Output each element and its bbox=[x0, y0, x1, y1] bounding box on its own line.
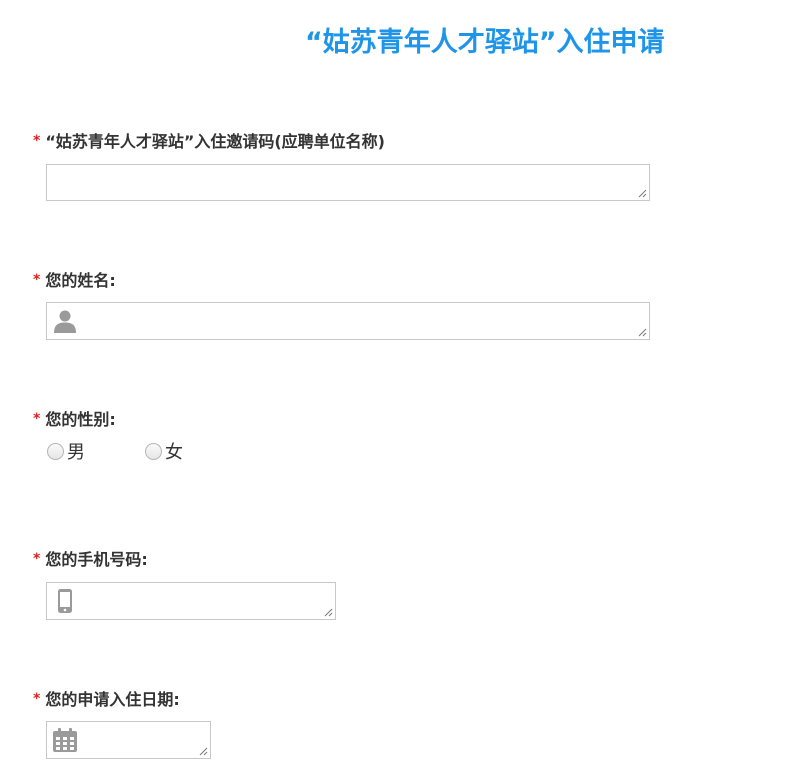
application-form-page: “姑苏青年人才驿站”入住申请 * “姑苏青年人才驿站”入住邀请码(应聘单位名称)… bbox=[0, 0, 812, 782]
gender-option-label: 女 bbox=[165, 442, 183, 463]
name-label: 您的姓名: bbox=[45, 271, 116, 290]
phone-label: 您的手机号码: bbox=[45, 550, 148, 569]
checkin-date-input[interactable] bbox=[47, 722, 210, 758]
radio-button[interactable] bbox=[145, 442, 162, 460]
gender-option-male[interactable]: 男 bbox=[47, 438, 85, 464]
phone-input[interactable] bbox=[47, 583, 335, 619]
invite-code-field: * “姑苏青年人才驿站”入住邀请码(应聘单位名称) bbox=[33, 128, 650, 201]
resize-grip-icon[interactable] bbox=[199, 747, 208, 756]
gender-label: 您的性别: bbox=[45, 410, 116, 429]
resize-grip-icon[interactable] bbox=[638, 189, 647, 198]
required-marker: * bbox=[33, 411, 41, 427]
radio-button[interactable] bbox=[47, 442, 64, 460]
gender-field: * 您的性别: 男 女 bbox=[33, 406, 183, 463]
phone-input-box bbox=[46, 582, 336, 620]
name-input[interactable] bbox=[47, 303, 649, 339]
invite-code-input[interactable] bbox=[47, 165, 649, 200]
phone-label-row: * 您的手机号码: bbox=[33, 546, 148, 570]
checkin-date-field: * 您的申请入住日期: bbox=[33, 686, 211, 759]
required-marker: * bbox=[33, 272, 41, 288]
required-marker: * bbox=[33, 133, 41, 149]
name-label-row: * 您的姓名: bbox=[33, 267, 116, 291]
required-marker: * bbox=[33, 691, 41, 707]
required-marker: * bbox=[33, 551, 41, 567]
checkin-date-label-row: * 您的申请入住日期: bbox=[33, 686, 180, 710]
invite-code-label-row: * “姑苏青年人才驿站”入住邀请码(应聘单位名称) bbox=[33, 128, 385, 152]
checkin-date-label: 您的申请入住日期: bbox=[45, 690, 180, 709]
phone-field: * 您的手机号码: bbox=[33, 546, 336, 620]
page-title: “姑苏青年人才驿站”入住申请 bbox=[305, 27, 665, 58]
invite-code-input-box bbox=[46, 164, 650, 201]
name-field: * 您的姓名: bbox=[33, 267, 650, 340]
gender-option-label: 男 bbox=[67, 442, 85, 463]
checkin-date-input-box bbox=[46, 721, 211, 759]
invite-code-label: “姑苏青年人才驿站”入住邀请码(应聘单位名称) bbox=[45, 132, 385, 151]
name-input-box bbox=[46, 302, 650, 340]
gender-label-row: * 您的性别: bbox=[33, 406, 116, 430]
resize-grip-icon[interactable] bbox=[638, 328, 647, 337]
gender-radio-group: 男 女 bbox=[47, 438, 243, 464]
gender-option-female[interactable]: 女 bbox=[145, 438, 183, 464]
resize-grip-icon[interactable] bbox=[324, 608, 333, 617]
